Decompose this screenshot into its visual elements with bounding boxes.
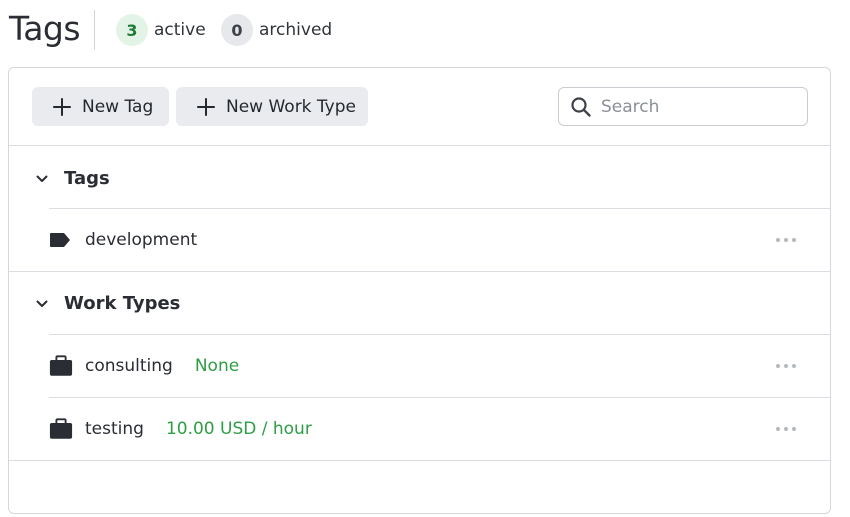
section-title: Tags [64, 167, 110, 189]
archived-count-badge: 0 [221, 14, 253, 46]
tag-icon [49, 228, 73, 252]
list-item[interactable]: development [49, 208, 830, 271]
section-header-tags[interactable]: Tags [9, 147, 830, 209]
archived-label: archived [259, 20, 333, 40]
section-title: Work Types [64, 292, 181, 314]
toolbar: New Tag New Work Type [9, 68, 830, 146]
list-item[interactable]: testing 10.00 USD / hour [49, 397, 830, 460]
tags-card: New Tag New Work Type Tags development [8, 67, 831, 514]
chevron-down-icon [35, 296, 49, 310]
archived-filter[interactable]: 0 archived [221, 14, 332, 46]
search-icon [570, 96, 592, 118]
active-label: active [154, 20, 206, 40]
rate-value: None [194, 356, 240, 376]
list-item[interactable]: consulting None [49, 334, 830, 397]
plus-icon [196, 97, 216, 117]
page-title: Tags [9, 9, 81, 48]
section-header-work-types[interactable]: Work Types [9, 272, 830, 334]
chevron-down-icon [35, 171, 49, 185]
more-options-icon[interactable] [776, 363, 796, 369]
new-work-type-label: New Work Type [226, 96, 356, 117]
active-filter[interactable]: 3 active [116, 14, 206, 46]
search-input[interactable] [601, 91, 791, 122]
new-tag-button[interactable]: New Tag [32, 87, 169, 126]
rate-value: 10.00 USD / hour [165, 419, 312, 439]
active-count-badge: 3 [116, 14, 148, 46]
header-divider [94, 10, 95, 50]
more-options-icon[interactable] [776, 426, 796, 432]
page-header: Tags 3 active 0 archived [0, 0, 850, 62]
tag-label: development [85, 230, 198, 250]
briefcase-icon [49, 354, 73, 378]
plus-icon [52, 97, 72, 117]
work-type-label: testing [85, 419, 144, 439]
work-type-label: consulting [85, 356, 173, 376]
new-tag-label: New Tag [82, 96, 154, 117]
new-work-type-button[interactable]: New Work Type [176, 87, 368, 126]
search-box[interactable] [558, 87, 808, 126]
divider [9, 460, 830, 461]
briefcase-icon [49, 417, 73, 441]
more-options-icon[interactable] [776, 237, 796, 243]
